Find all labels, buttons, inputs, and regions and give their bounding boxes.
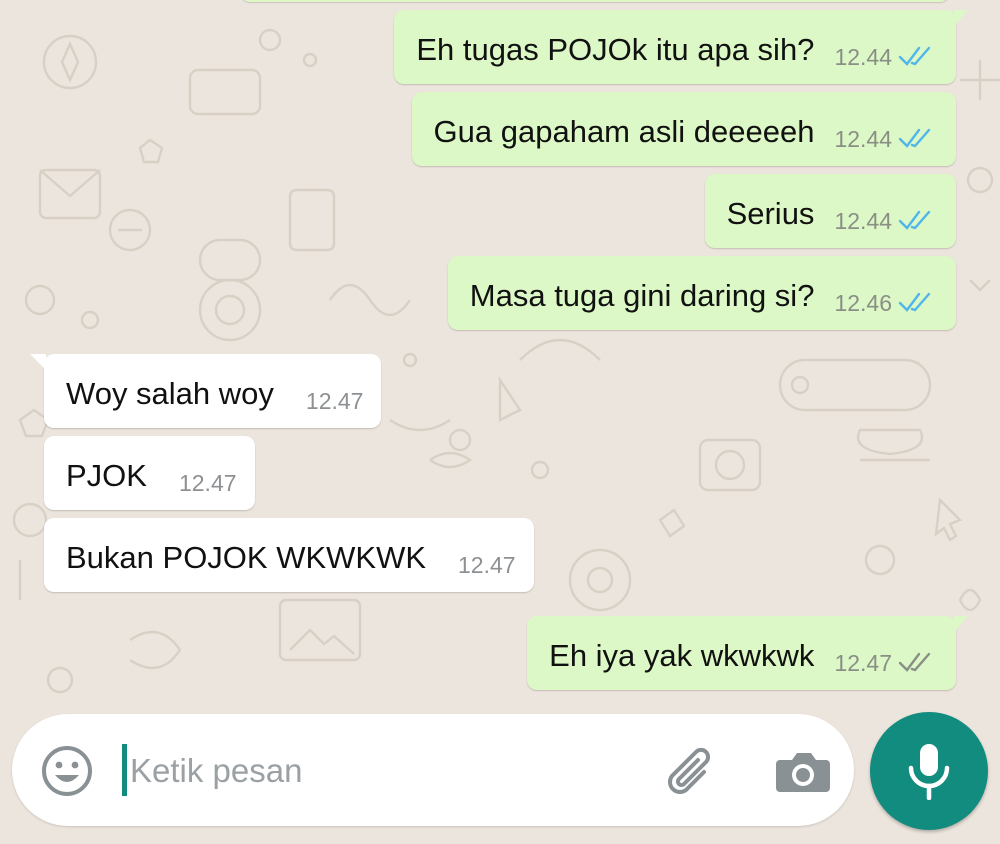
message-time: 12.44 xyxy=(834,44,892,70)
message-composer xyxy=(12,714,854,826)
outgoing-message[interactable]: Eh iya yak wkwkwk 12.47 xyxy=(527,616,968,690)
message-time: 12.47 xyxy=(834,650,892,676)
read-double-check-icon xyxy=(898,128,931,148)
emoji-icon[interactable] xyxy=(40,744,94,798)
read-double-check-icon xyxy=(898,210,931,230)
incoming-message[interactable]: PJOK 12.47 xyxy=(44,436,255,510)
message-meta: 12.44 xyxy=(834,208,938,235)
message-text: Eh tugas POJOk itu apa sih? xyxy=(416,32,815,67)
message-meta: 12.46 xyxy=(834,290,938,317)
outgoing-message[interactable]: Masa tuga gini daring si? 12.46 xyxy=(447,256,956,330)
message-text: PJOK xyxy=(66,458,147,493)
message-text: Bukan POJOK WKWKWK xyxy=(66,540,427,575)
incoming-message[interactable]: Bukan POJOK WKWKWK 12.47 xyxy=(44,518,534,592)
message-text: Eh iya yak wkwkwk xyxy=(549,638,815,673)
message-meta: 12.44 xyxy=(834,44,938,71)
message-time: 12.44 xyxy=(834,208,892,234)
read-double-check-icon xyxy=(898,292,931,312)
outgoing-message[interactable]: Eh tugas POJOk itu apa sih? 12.44 xyxy=(394,10,968,84)
bubble-tail xyxy=(954,10,968,26)
message-text: Masa tuga gini daring si? xyxy=(469,278,815,313)
outgoing-message[interactable]: Gua gapaham asli deeeeeh 12.44 xyxy=(411,92,956,166)
paperclip-icon[interactable] xyxy=(660,742,720,802)
bubble-tail xyxy=(954,616,968,632)
read-double-check-icon xyxy=(898,46,931,66)
message-time: 12.47 xyxy=(458,552,516,578)
message-meta: 12.44 xyxy=(834,126,938,153)
camera-icon[interactable] xyxy=(774,744,832,798)
message-text: Gua gapaham asli deeeeeh xyxy=(433,114,815,149)
incoming-message[interactable]: Woy salah woy 12.47 xyxy=(30,354,382,428)
message-text: Woy salah woy xyxy=(66,376,274,411)
message-time: 12.44 xyxy=(834,126,892,152)
message-time: 12.46 xyxy=(834,290,892,316)
outgoing-message[interactable]: Serius 12.44 xyxy=(704,174,956,248)
bubble-tail xyxy=(30,354,46,370)
message-time: 12.47 xyxy=(305,388,364,414)
mic-button[interactable] xyxy=(870,712,988,830)
message-time: 12.47 xyxy=(178,470,237,496)
message-meta: 12.47 xyxy=(834,650,938,677)
previous-message-bubble-edge xyxy=(240,0,950,2)
delivered-double-check-icon xyxy=(898,652,931,672)
mic-icon xyxy=(908,744,950,800)
message-text: Serius xyxy=(726,196,815,231)
message-input[interactable] xyxy=(124,742,650,800)
